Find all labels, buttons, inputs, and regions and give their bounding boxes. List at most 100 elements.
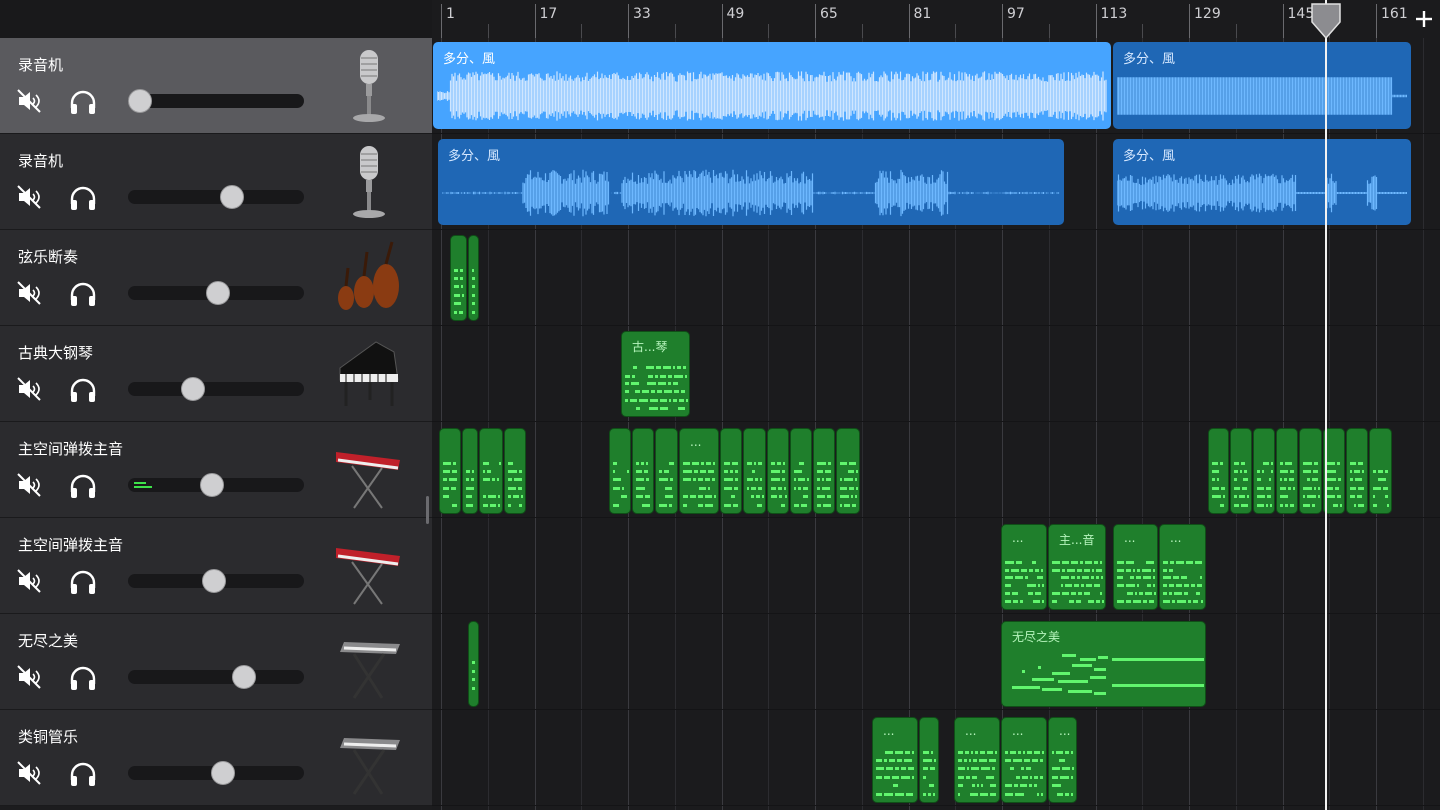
volume-slider[interactable] xyxy=(128,89,304,113)
midi-region[interactable] xyxy=(1230,428,1252,514)
track-lane-6[interactable] xyxy=(432,614,1440,710)
midi-region[interactable] xyxy=(1208,428,1229,514)
track-header-5[interactable]: 主空间弹拨主音 xyxy=(0,518,432,614)
midi-region[interactable] xyxy=(743,428,766,514)
headphones-icon[interactable] xyxy=(68,472,98,500)
midi-note xyxy=(1239,470,1243,473)
playhead[interactable] xyxy=(1325,0,1327,810)
headphones-icon[interactable] xyxy=(68,88,98,116)
volume-slider[interactable] xyxy=(128,281,304,305)
midi-region[interactable]: 主...音 xyxy=(1048,524,1106,610)
track-lane-2[interactable] xyxy=(432,230,1440,326)
audio-region[interactable]: 多分、風 xyxy=(1113,42,1411,129)
headphones-icon[interactable] xyxy=(68,760,98,788)
midi-region[interactable]: ... xyxy=(1159,524,1206,610)
panel-resize-handle[interactable] xyxy=(426,496,429,524)
midi-region[interactable] xyxy=(609,428,631,514)
track-header-2[interactable]: 弦乐断奏 xyxy=(0,230,432,326)
midi-region[interactable] xyxy=(919,717,939,803)
volume-knob[interactable] xyxy=(232,665,257,689)
headphones-icon[interactable] xyxy=(68,568,98,596)
midi-note xyxy=(1288,478,1294,481)
midi-region[interactable] xyxy=(836,428,860,514)
midi-region[interactable] xyxy=(450,235,467,321)
volume-slider[interactable] xyxy=(128,473,304,497)
track-header-1[interactable]: 录音机 xyxy=(0,134,432,230)
audio-region[interactable]: 多分、風 xyxy=(438,139,1064,225)
track-header-0[interactable]: 录音机 xyxy=(0,38,432,134)
midi-region[interactable] xyxy=(767,428,789,514)
midi-region[interactable]: ... xyxy=(1001,717,1047,803)
volume-knob[interactable] xyxy=(181,377,206,401)
headphones-icon[interactable] xyxy=(68,184,98,212)
midi-region[interactable] xyxy=(720,428,742,514)
midi-region[interactable] xyxy=(1346,428,1368,514)
volume-slider[interactable] xyxy=(128,569,304,593)
midi-note xyxy=(1327,486,1334,490)
midi-region[interactable]: ... xyxy=(872,717,918,803)
midi-region[interactable] xyxy=(504,428,526,514)
track-header-6[interactable]: 无尽之美 xyxy=(0,614,432,710)
mute-icon[interactable] xyxy=(16,664,42,690)
volume-slider[interactable] xyxy=(128,185,304,209)
volume-knob[interactable] xyxy=(200,473,225,497)
midi-note xyxy=(496,478,499,481)
midi-region[interactable]: 古...琴 xyxy=(621,331,690,417)
midi-region[interactable]: ... xyxy=(1113,524,1158,610)
track-lane-5[interactable] xyxy=(432,518,1440,614)
track-header-7[interactable]: 类铜管乐 xyxy=(0,710,432,806)
midi-region[interactable] xyxy=(1276,428,1298,514)
midi-region[interactable] xyxy=(632,428,654,514)
midi-region[interactable] xyxy=(813,428,835,514)
midi-note xyxy=(1183,584,1189,588)
mute-icon[interactable] xyxy=(16,184,42,210)
volume-slider[interactable] xyxy=(128,377,304,401)
midi-note xyxy=(798,486,802,490)
track-lane-3[interactable] xyxy=(432,326,1440,422)
volume-knob[interactable] xyxy=(128,89,153,113)
midi-region[interactable] xyxy=(462,428,478,514)
add-track-button[interactable] xyxy=(1408,0,1440,38)
audio-region[interactable]: 多分、風 xyxy=(1113,139,1411,225)
mute-icon[interactable] xyxy=(16,568,42,594)
midi-region[interactable] xyxy=(1299,428,1322,514)
mute-icon[interactable] xyxy=(16,376,42,402)
volume-slider[interactable] xyxy=(128,761,304,785)
mute-icon[interactable] xyxy=(16,88,42,114)
midi-region[interactable] xyxy=(655,428,678,514)
midi-region[interactable] xyxy=(790,428,812,514)
mute-icon[interactable] xyxy=(16,280,42,306)
headphones-icon[interactable] xyxy=(68,376,98,404)
volume-knob[interactable] xyxy=(219,185,244,209)
midi-note xyxy=(1163,600,1171,604)
volume-slider[interactable] xyxy=(128,665,304,689)
track-header-4[interactable]: 主空间弹拨主音 xyxy=(0,422,432,518)
headphones-icon[interactable] xyxy=(68,664,98,692)
midi-region[interactable] xyxy=(1369,428,1392,514)
volume-knob[interactable] xyxy=(211,761,236,785)
midi-region[interactable]: ... xyxy=(954,717,1000,803)
volume-knob[interactable] xyxy=(202,569,227,593)
track-header-3[interactable]: 古典大钢琴 xyxy=(0,326,432,422)
tracks-area[interactable]: 多分、風 多分、風 多分、風 多分、風 古...琴 ... ... 主...音 … xyxy=(432,38,1440,810)
playhead-handle[interactable] xyxy=(1309,2,1343,40)
midi-region[interactable] xyxy=(1253,428,1275,514)
midi-region[interactable]: ... xyxy=(1048,717,1077,803)
midi-region[interactable] xyxy=(468,235,479,321)
midi-note xyxy=(498,461,501,465)
midi-note xyxy=(673,374,683,378)
midi-note xyxy=(487,470,492,473)
midi-region[interactable] xyxy=(479,428,503,514)
mute-icon[interactable] xyxy=(16,472,42,498)
headphones-icon[interactable] xyxy=(68,280,98,308)
midi-region[interactable]: ... xyxy=(679,428,719,514)
midi-region[interactable] xyxy=(439,428,461,514)
midi-region[interactable] xyxy=(468,621,479,707)
midi-region[interactable]: 无尽之美 xyxy=(1001,621,1206,707)
midi-region[interactable]: ... xyxy=(1001,524,1047,610)
timeline-ruler[interactable]: 1 17 33 49 65 81 97 113 129 145 161 xyxy=(432,0,1408,38)
midi-note xyxy=(620,495,627,498)
audio-region[interactable]: 多分、風 xyxy=(433,42,1111,129)
mute-icon[interactable] xyxy=(16,760,42,786)
volume-knob[interactable] xyxy=(205,281,230,305)
